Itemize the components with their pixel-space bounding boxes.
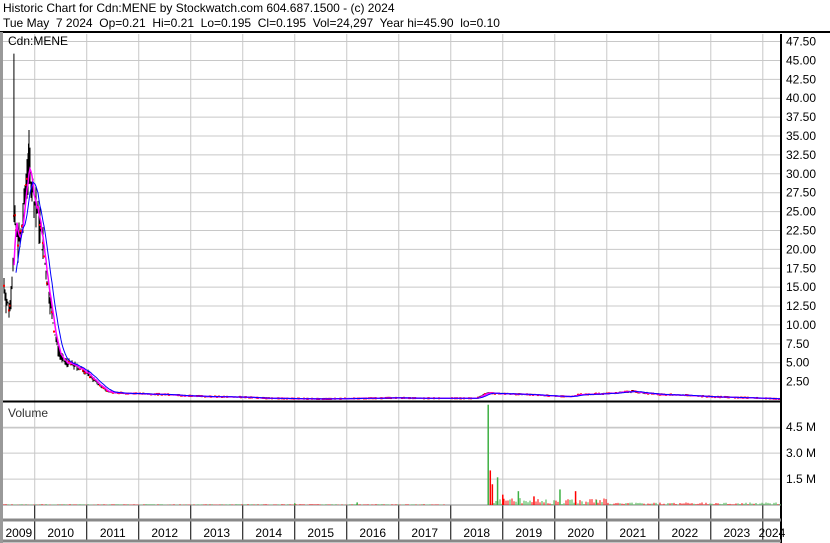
price-tick-label: 10.00 xyxy=(786,318,816,332)
left-border xyxy=(0,32,3,543)
close-tick xyxy=(3,284,5,287)
price-tick-label: 25.00 xyxy=(786,205,816,219)
price-tick-label: 2.50 xyxy=(786,375,810,389)
price-tick-label: 7.50 xyxy=(786,337,810,351)
price-tick-label: 22.50 xyxy=(786,223,816,237)
year-label: 2009 xyxy=(6,526,33,540)
price-tick-label: 35.00 xyxy=(786,129,816,143)
price-tick-label: 12.50 xyxy=(786,299,816,313)
year-label: 2017 xyxy=(411,526,438,540)
chart-window: Historic Chart for Cdn:MENE by Stockwatc… xyxy=(0,0,830,543)
year-label: 2019 xyxy=(515,526,542,540)
year-label: 2012 xyxy=(151,526,178,540)
year-label: 2021 xyxy=(619,526,646,540)
price-tick-label: 32.50 xyxy=(786,148,816,162)
price-tick-label: 30.00 xyxy=(786,167,816,181)
year-label: 2018 xyxy=(463,526,490,540)
year-label: 2016 xyxy=(359,526,386,540)
year-label: 2014 xyxy=(255,526,282,540)
year-label: 2020 xyxy=(567,526,594,540)
price-tick-label: 5.00 xyxy=(786,356,810,370)
year-label: 2013 xyxy=(203,526,230,540)
price-tick-label: 15.00 xyxy=(786,280,816,294)
price-tick-label: 17.50 xyxy=(786,261,816,275)
price-panel-title: Cdn:MENE xyxy=(8,34,69,48)
price-tick-label: 27.50 xyxy=(786,186,816,200)
volume-panel-title: Volume xyxy=(8,406,49,420)
year-label: 2011 xyxy=(100,526,126,540)
price-tick-label: 42.50 xyxy=(786,72,816,86)
price-tick-label: 40.00 xyxy=(786,91,816,105)
chart-svg: 2.50 5.00 7.50 10.00 12.50 15.00 17.50 20.00 22.… xyxy=(0,31,830,543)
volume-tick-label: 3.0 M xyxy=(786,446,816,460)
year-label: 2022 xyxy=(671,526,698,540)
year-label: 2015 xyxy=(307,526,334,540)
price-tick-label: 45.00 xyxy=(786,53,816,67)
year-label: 2023 xyxy=(723,526,750,540)
year-label: 2010 xyxy=(47,526,74,540)
price-tick-label: 47.50 xyxy=(786,35,816,49)
close-tick xyxy=(53,330,55,333)
close-tick xyxy=(17,244,19,247)
volume-tick-label: 4.5 M xyxy=(786,420,816,434)
price-tick-label: 20.00 xyxy=(786,242,816,256)
volume-tick-label: 1.5 M xyxy=(786,472,816,486)
price-tick-label: 37.50 xyxy=(786,110,816,124)
